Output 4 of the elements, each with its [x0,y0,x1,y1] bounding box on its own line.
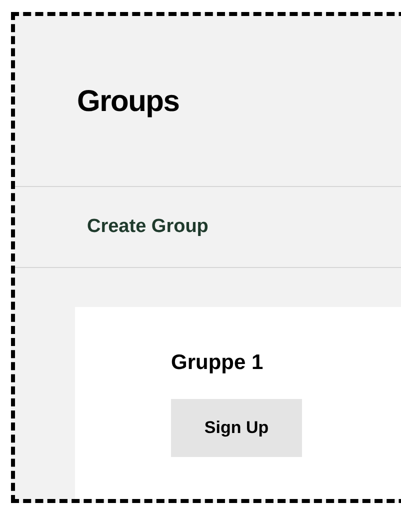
sign-up-button[interactable]: Sign Up [171,398,302,456]
page-title: Groups [77,84,180,120]
create-group-link[interactable]: Create Group [87,212,208,242]
group-name: Gruppe 1 [171,350,264,376]
